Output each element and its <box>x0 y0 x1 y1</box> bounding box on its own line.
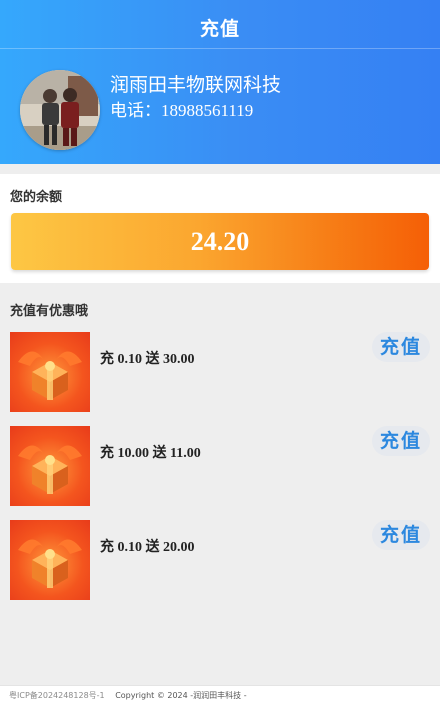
phone-row: 电话：18988561119 <box>110 96 253 121</box>
recharge-button-1[interactable]: 充值 <box>372 332 430 362</box>
offer-text: 充 10.00 送 11.00 <box>100 446 201 461</box>
offer-text: 充 0.10 送 30.00 <box>100 352 195 367</box>
balance-label: 您的余额 <box>10 190 63 205</box>
balance-card: 您的余额 24.20 <box>0 174 440 283</box>
gift-box-icon <box>10 520 90 600</box>
footer: 粤ICP备2024248128号-1 Copyright © 2024 -润润田… <box>0 685 440 704</box>
recharge-button-3[interactable]: 充值 <box>372 520 430 550</box>
header-divider <box>0 48 440 49</box>
avatar <box>20 70 100 150</box>
offer-item-2: 充 10.00 送 11.00 充值 <box>10 426 430 506</box>
recharge-button-2[interactable]: 充值 <box>372 426 430 456</box>
phone-number: 18988561119 <box>161 101 254 120</box>
offer-item-1: 充 0.10 送 30.00 充值 <box>10 332 430 412</box>
offer-text: 充 0.10 送 20.00 <box>100 540 195 555</box>
balance-amount: 24.20 <box>11 213 429 270</box>
phone-label: 电话： <box>110 101 161 121</box>
header: 充值 润雨田丰物联网科技 电话：18988561119 <box>0 0 440 164</box>
offer-item-3: 充 0.10 送 20.00 充值 <box>10 520 430 600</box>
gift-box-icon <box>10 426 90 506</box>
copyright-text: Copyright © 2024 -润润田丰科技 - <box>115 691 247 700</box>
company-name: 润雨田丰物联网科技 <box>110 74 282 96</box>
icp-link[interactable]: 粤ICP备2024248128号-1 <box>9 691 105 700</box>
avatar-photo <box>20 70 100 150</box>
page-title: 充值 <box>199 18 240 40</box>
gift-box-icon <box>10 332 90 412</box>
promotions-title: 充值有优惠哦 <box>10 304 89 319</box>
